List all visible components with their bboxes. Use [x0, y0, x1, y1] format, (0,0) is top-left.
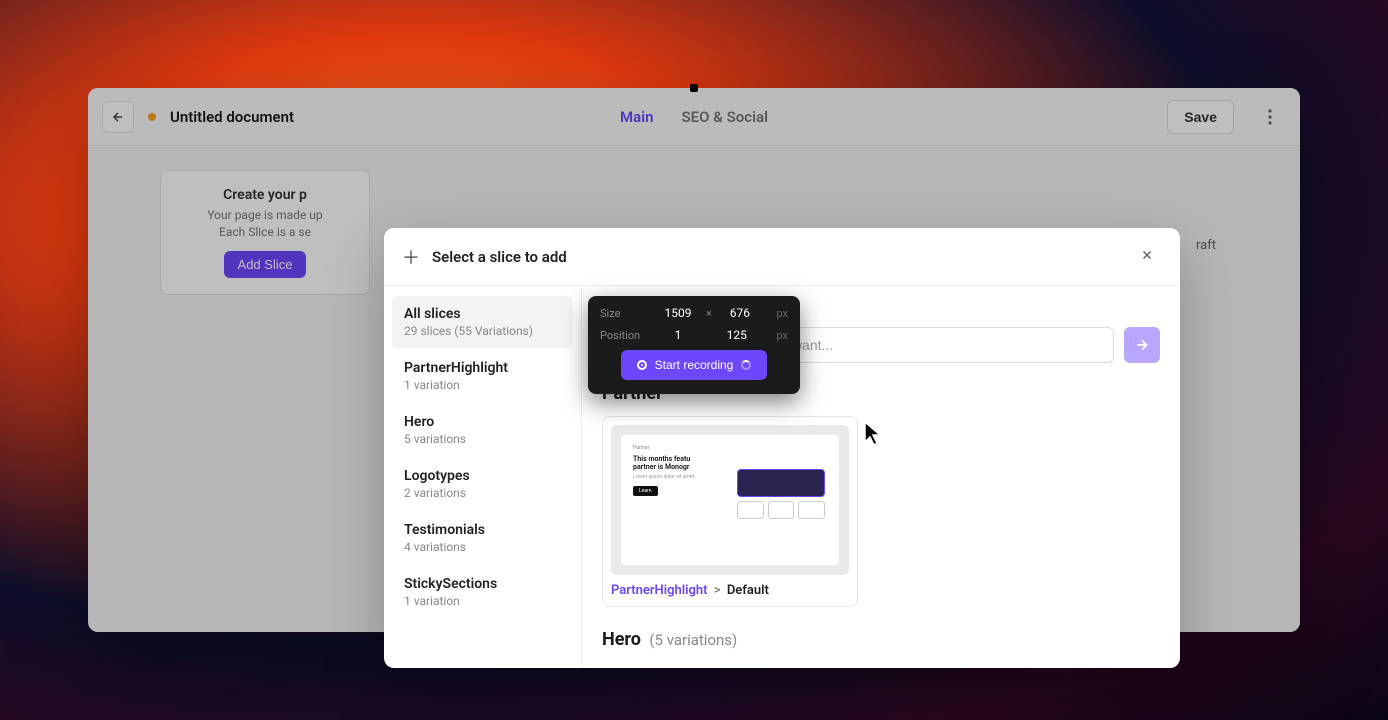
sidebar-item-label: PartnerHighlight	[404, 360, 561, 376]
ai-submit-button[interactable]	[1124, 327, 1160, 363]
preview-card-small	[768, 501, 795, 519]
close-icon	[1140, 248, 1154, 262]
sidebar-item-sub: 4 variations	[404, 540, 561, 554]
preview-card-small	[737, 501, 764, 519]
preview-cta: Learn	[633, 486, 658, 496]
arrow-right-icon	[1134, 337, 1150, 353]
slice-preview-inner: Partner This months featupartner is Mono…	[621, 435, 839, 565]
modal-header: ＋ Select a slice to add	[384, 228, 1180, 286]
spinner-icon	[741, 360, 751, 370]
sidebar-item-sub: 29 slices (55 Variations)	[404, 324, 561, 338]
slice-preview: Partner This months featupartner is Mono…	[611, 425, 849, 575]
recorder-pos-y-value[interactable]: 125	[719, 328, 755, 342]
recorder-pos-unit: px	[776, 329, 788, 342]
recorder-size-label: Size	[600, 307, 650, 320]
sidebar-item-stickysections[interactable]: StickySections 1 variation	[392, 566, 573, 618]
slice-card-name: PartnerHighlight	[611, 583, 708, 598]
section-hero-count: (5 variations)	[649, 631, 737, 649]
record-icon	[637, 360, 647, 370]
slice-card-sep: >	[714, 583, 721, 598]
preview-right-col	[737, 469, 825, 519]
sidebar-item-label: StickySections	[404, 576, 561, 592]
sidebar-item-sub: 1 variation	[404, 378, 561, 392]
recorder-size-unit: px	[776, 307, 788, 320]
sidebar-item-hero[interactable]: Hero 5 variations	[392, 404, 573, 456]
sidebar-item-label: Hero	[404, 414, 561, 430]
sidebar-item-label: Logotypes	[404, 468, 561, 484]
preview-card-small	[798, 501, 825, 519]
section-hero-title: Hero (5 variations)	[602, 629, 1160, 650]
sidebar-item-all-slices[interactable]: All slices 29 slices (55 Variations)	[392, 296, 573, 348]
sidebar-item-partnerhighlight[interactable]: PartnerHighlight 1 variation	[392, 350, 573, 402]
recorder-pos-label: Position	[600, 329, 650, 342]
plus-icon: ＋	[402, 244, 420, 270]
slice-card-partnerhighlight-default[interactable]: Partner This months featupartner is Mono…	[602, 416, 858, 607]
recorder-height-value[interactable]: 676	[722, 306, 758, 320]
recorder-position-row: Position 1 125 px	[600, 328, 788, 342]
sidebar-item-sub: 1 variation	[404, 594, 561, 608]
modal-close-button[interactable]	[1132, 242, 1162, 271]
spacer	[706, 329, 709, 342]
sidebar-item-logotypes[interactable]: Logotypes 2 variations	[392, 458, 573, 510]
sidebar-item-label: Testimonials	[404, 522, 561, 538]
modal-sidebar: All slices 29 slices (55 Variations) Par…	[384, 286, 582, 668]
recorder-width-value[interactable]: 1509	[660, 306, 696, 320]
screen-recorder-tooltip[interactable]: Size 1509 × 676 px Position 1 125 px Sta…	[588, 296, 800, 394]
slice-card-variant: Default	[727, 583, 769, 598]
start-recording-label: Start recording	[655, 358, 734, 372]
slice-picker-modal: ＋ Select a slice to add All slices 29 sl…	[384, 228, 1180, 668]
multiply-icon: ×	[706, 307, 712, 320]
sidebar-item-testimonials[interactable]: Testimonials 4 variations	[392, 512, 573, 564]
slice-card-label: PartnerHighlight > Default	[611, 583, 849, 598]
recorder-pos-x-value[interactable]: 1	[660, 328, 696, 342]
sidebar-item-label: All slices	[404, 306, 561, 322]
section-hero-name: Hero	[602, 629, 641, 650]
recorder-size-row: Size 1509 × 676 px	[600, 306, 788, 320]
modal-title: Select a slice to add	[432, 248, 567, 266]
sidebar-item-sub: 5 variations	[404, 432, 561, 446]
preview-card-primary	[737, 469, 825, 497]
start-recording-button[interactable]: Start recording	[621, 350, 768, 380]
sidebar-item-sub: 2 variations	[404, 486, 561, 500]
